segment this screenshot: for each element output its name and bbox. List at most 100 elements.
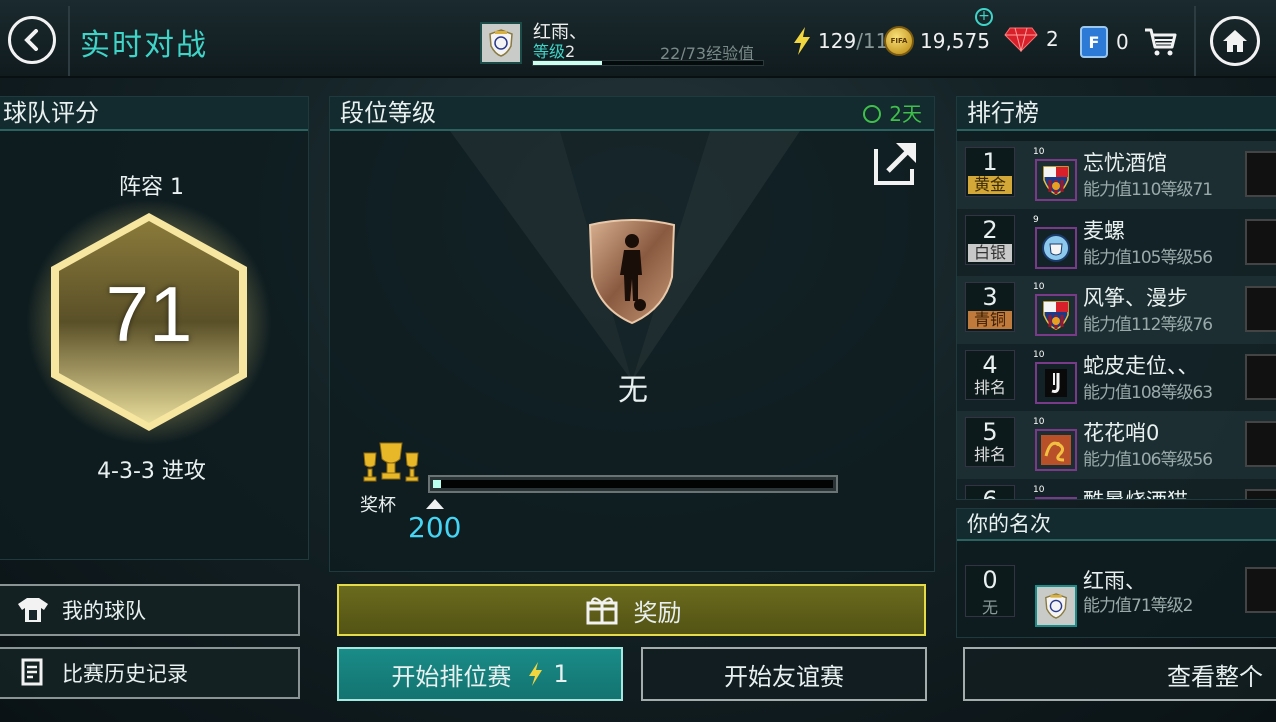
trophy-value: 200 bbox=[408, 511, 462, 544]
player-stats: 能力值105等级56 bbox=[1083, 247, 1213, 268]
leaderboard-list[interactable]: 1 黄金 10 忘忧酒馆 能力值110等级71 2 白银 9 麦螺 能力值105等级56 3 青铜 10… bbox=[957, 141, 1276, 499]
player-badge-icon bbox=[1245, 567, 1276, 613]
fifa-points-value: 0 bbox=[1116, 30, 1129, 54]
team-rating-panel: 球队评分 阵容 1 71 4-3-3 进攻 bbox=[0, 96, 309, 560]
progress-track bbox=[433, 480, 833, 488]
club-crest-icon: 9 bbox=[1033, 215, 1077, 269]
club-crest-icon: 10 bbox=[1033, 282, 1077, 336]
leaderboard-row[interactable]: 5 排名 10 花花哨0 能力值106等级56 bbox=[957, 411, 1276, 479]
xp-bar bbox=[532, 60, 764, 66]
leaderboard-row[interactable]: 1 黄金 10 忘忧酒馆 能力值110等级71 bbox=[957, 141, 1276, 209]
formation-label: 4-3-3 进攻 bbox=[97, 459, 206, 484]
player-name: 麦螺 bbox=[1083, 218, 1125, 243]
view-all-label: 查看整个 bbox=[1167, 662, 1263, 691]
rank-number: 4 bbox=[982, 350, 998, 379]
level-prefix: 等级 bbox=[533, 42, 566, 61]
back-button[interactable] bbox=[8, 16, 56, 64]
match-history-button[interactable]: 比赛历史记录 bbox=[0, 647, 300, 699]
coins-stat[interactable]: FIFA 19,575 bbox=[884, 26, 990, 56]
friendly-label: 开始友谊赛 bbox=[724, 662, 844, 691]
view-full-leaderboard-button[interactable]: 查看整个 bbox=[963, 647, 1276, 701]
leaderboard-row[interactable]: 6排名 10 酷暑烧酒猫 bbox=[957, 478, 1276, 499]
player-name: 风筝、漫步 bbox=[1083, 286, 1188, 310]
profile-level: 等级2 bbox=[533, 38, 575, 62]
share-icon[interactable] bbox=[872, 139, 920, 187]
division-panel: 段位等级 2天 无 奖杯 200 bbox=[329, 96, 935, 572]
progress-marker-icon bbox=[426, 499, 444, 509]
my-rank-box: 0 无 bbox=[965, 565, 1015, 617]
player-badge-icon bbox=[1245, 421, 1276, 467]
rating-badge[interactable]: 71 bbox=[19, 197, 279, 447]
leaderboard-row[interactable]: 2 白银 9 麦螺能力值105等级56 bbox=[957, 208, 1276, 276]
rewards-button[interactable]: 奖励 bbox=[337, 584, 926, 636]
home-icon bbox=[1223, 30, 1247, 52]
rank-box: 5 排名 bbox=[965, 417, 1015, 467]
start-ranked-button[interactable]: 开始排位赛 1 bbox=[337, 647, 623, 701]
season-timer: 2天 bbox=[863, 99, 922, 129]
player-name: 蛇皮走位、、 bbox=[1083, 353, 1199, 378]
energy-value: 129 bbox=[818, 29, 857, 53]
player-badge-icon bbox=[1245, 286, 1276, 332]
leaderboard-panel: 排行榜 1 黄金 10 忘忧酒馆 能力值110等级71 2 白银 9 麦螺 能力值105等级56 3… bbox=[956, 96, 1276, 500]
my-rank-title: 你的名次 bbox=[957, 509, 1276, 541]
rank-tier: 黄金 bbox=[968, 176, 1012, 194]
squad-overall: 10 bbox=[1033, 417, 1045, 427]
fifa-points-stat[interactable]: F 0 bbox=[1080, 26, 1177, 58]
my-rank-tier: 无 bbox=[981, 598, 998, 617]
player-name: 忘忧酒馆 bbox=[1083, 151, 1167, 175]
gem-icon bbox=[1004, 27, 1038, 52]
squad-overall: 10 bbox=[1033, 282, 1045, 292]
divider bbox=[68, 6, 70, 76]
coins-value: 19,575 bbox=[920, 29, 990, 53]
rank-tier: 青铜 bbox=[968, 311, 1012, 329]
add-coins-button[interactable]: + bbox=[975, 8, 993, 26]
energy-stat: 129/11 bbox=[792, 26, 888, 56]
trophy-progress-bar bbox=[428, 475, 838, 493]
player-stats: 能力值112等级76 bbox=[1083, 315, 1213, 335]
ranked-label: 开始排位赛 bbox=[391, 662, 512, 691]
document-icon bbox=[16, 658, 50, 688]
club-crest-icon: 10 bbox=[1033, 417, 1077, 471]
level-value: 2 bbox=[565, 42, 576, 61]
squad-overall: 9 bbox=[1033, 214, 1039, 225]
leaderboard-row[interactable]: 3 青铜 10 风筝、漫步能力值112等级76 bbox=[957, 276, 1276, 344]
rank-box: 3 青铜 bbox=[965, 282, 1015, 332]
gift-icon bbox=[586, 597, 617, 625]
club-crest-icon: 10 bbox=[1033, 485, 1077, 499]
leaderboard-title: 排行榜 bbox=[957, 97, 1276, 131]
profile-card[interactable]: 红雨、 等级2 22/73经验值 bbox=[476, 16, 768, 70]
rank-tier: 排名 bbox=[973, 445, 1006, 464]
squad-overall: 10 bbox=[1033, 484, 1045, 495]
squad-overall: 10 bbox=[1033, 349, 1045, 360]
leaderboard-row[interactable]: 4 排名 10 蛇皮走位、、 能力值108等级63 bbox=[957, 343, 1276, 411]
gems-stat[interactable]: 2 bbox=[1004, 26, 1059, 52]
player-stats: 能力值106等级56 bbox=[1083, 450, 1213, 470]
squad-overall: 10 bbox=[1033, 147, 1045, 157]
player-badge-icon bbox=[1245, 218, 1276, 265]
cart-icon[interactable] bbox=[1143, 27, 1177, 57]
my-rank-panel: 你的名次 0 无 红雨、 能力值71等级2 bbox=[956, 508, 1276, 638]
player-badge-icon bbox=[1245, 353, 1276, 400]
rank-box: 2 白银 bbox=[965, 214, 1015, 265]
rank-tier: 排名 bbox=[973, 377, 1006, 397]
rank-box: 6排名 bbox=[965, 484, 1015, 499]
club-crest-icon bbox=[480, 22, 522, 64]
fifa-points-icon: F bbox=[1080, 26, 1108, 58]
home-button[interactable] bbox=[1210, 16, 1260, 66]
spotlight-rays bbox=[450, 131, 800, 381]
divider bbox=[1194, 6, 1196, 76]
ranked-cost: 1 bbox=[553, 660, 569, 688]
match-history-label: 比赛历史记录 bbox=[62, 662, 188, 686]
rank-name: 无 bbox=[618, 373, 648, 408]
gems-value: 2 bbox=[1046, 27, 1059, 51]
trophy-icon bbox=[363, 442, 419, 482]
start-friendly-button[interactable]: 开始友谊赛 bbox=[641, 647, 927, 701]
club-crest-icon: 10 bbox=[1033, 350, 1077, 404]
player-name: 花花哨0 bbox=[1083, 421, 1160, 445]
team-rating-title: 球队评分 bbox=[0, 97, 308, 131]
progress-fill bbox=[433, 480, 441, 488]
my-team-button[interactable]: 我的球队 bbox=[0, 584, 300, 636]
rank-box: 4 排名 bbox=[965, 349, 1015, 400]
top-bar: 实时对战 红雨、 等级2 22/73经验值 129/11 FIFA 19,575… bbox=[0, 0, 1276, 78]
rewards-label: 奖励 bbox=[633, 598, 682, 627]
